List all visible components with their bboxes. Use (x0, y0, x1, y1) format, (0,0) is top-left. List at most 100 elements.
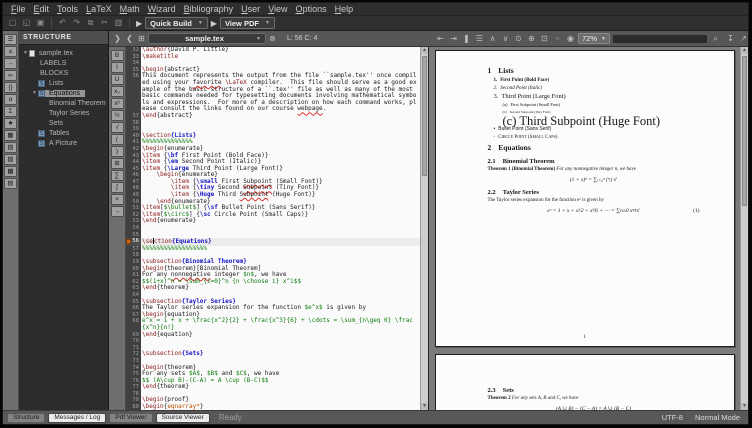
code-line[interactable]: 77\end{theorem} (126, 384, 420, 391)
editor-scrollbar[interactable]: ▲ ▼ (420, 47, 428, 410)
view-pdf-select[interactable]: View PDF ▼ (220, 17, 275, 29)
integral-icon[interactable]: ∫ (111, 182, 124, 193)
editor-lines[interactable]: 32\author{David P. Little}33\maketitle34… (126, 47, 420, 410)
line-number[interactable]: 62 (126, 279, 141, 286)
bottom-tab-structure[interactable]: Structure (7, 413, 45, 423)
menu-edit[interactable]: Edit (30, 4, 54, 14)
structure-item-equations[interactable]: ▼SEquations (20, 88, 107, 98)
menu-wizard[interactable]: Wizard (144, 4, 180, 14)
split-view-icon[interactable]: ⊞ (136, 34, 147, 43)
bottom-tab-source-viewer[interactable]: Source Viewer (156, 413, 210, 423)
expander-icon[interactable]: ▼ (31, 90, 38, 96)
matrix-icon[interactable]: ⊞ (111, 158, 124, 169)
save-icon[interactable]: ▣ (34, 17, 47, 29)
line-number[interactable]: 65 (126, 299, 141, 306)
line-number[interactable]: 55 (126, 232, 141, 239)
last-page-icon[interactable]: ⇥ (448, 34, 459, 43)
line-number[interactable]: 61 (126, 272, 141, 279)
menu-bibliography[interactable]: Bibliography (180, 4, 238, 14)
print-icon[interactable]: ↧ (725, 34, 736, 43)
structure-item-blocks[interactable]: BLOCKS (20, 68, 107, 78)
line-number[interactable]: 75 (126, 371, 141, 378)
favourites-icon[interactable]: ★ (4, 118, 17, 129)
source-editor[interactable]: 32\author{David P. Little}33\maketitle34… (126, 47, 428, 410)
bottom-tab-messages-log[interactable]: Messages / Log (48, 413, 106, 423)
line-number[interactable]: 71 (126, 345, 141, 352)
quick-build-select[interactable]: Quick Build ▼ (145, 17, 208, 29)
structure-item-labels[interactable]: LABELS (20, 58, 107, 68)
line-number[interactable]: 51 (126, 205, 141, 212)
fit-page-icon[interactable]: ▫ (552, 34, 563, 43)
line-number[interactable]: 64 (126, 292, 141, 299)
menu-user[interactable]: User (237, 4, 264, 14)
line-number[interactable]: 47 (126, 179, 141, 186)
scroll-up-icon[interactable]: ▲ (421, 47, 428, 54)
line-number[interactable]: 54 (126, 225, 141, 232)
search-icon[interactable]: ⌕ (710, 34, 721, 44)
structure-item-sets[interactable]: Sets (20, 118, 107, 128)
cut-icon[interactable]: ✂ (98, 17, 111, 29)
previous-page-icon[interactable]: ∧ (487, 34, 498, 43)
line-number[interactable]: 78 (126, 391, 141, 398)
structure-panel-icon[interactable]: ☰ (4, 34, 17, 45)
line-number[interactable]: 74 (126, 365, 141, 372)
scroll-down-icon[interactable]: ▼ (421, 403, 428, 410)
line-number[interactable]: 69 (126, 332, 141, 339)
line-number[interactable]: 66 (126, 305, 141, 312)
bold-icon[interactable]: B (111, 50, 124, 61)
line-number[interactable]: 80 (126, 404, 141, 410)
scroll-up-icon[interactable]: ▲ (741, 47, 748, 54)
undo-icon[interactable]: ↶ (56, 17, 69, 29)
sqrt-icon[interactable]: √ (111, 122, 124, 133)
zoom-in-icon[interactable]: ⊕ (526, 34, 537, 43)
line-number[interactable]: 60 (126, 266, 141, 273)
continuous-mode-icon[interactable]: ☰ (474, 34, 485, 43)
pstricks-icon[interactable]: ▦ (4, 130, 17, 141)
menu-help[interactable]: Help (331, 4, 358, 14)
copy-icon[interactable]: ⧉ (84, 17, 97, 29)
menu-options[interactable]: Options (292, 4, 331, 14)
code-line[interactable]: 63\end{theorem} (126, 285, 420, 292)
open-file-icon[interactable]: ◱ (20, 17, 33, 29)
first-page-icon[interactable]: ⇤ (435, 34, 446, 43)
line-number[interactable]: 44 (126, 159, 141, 166)
back-icon[interactable]: ❮ (124, 34, 135, 43)
line-number[interactable]: 33 (126, 54, 141, 61)
pdf-pages[interactable]: 1Lists1.First Point (Bold Face)2.Second … (429, 47, 740, 410)
line-number[interactable]: 68 (126, 318, 141, 331)
forward-icon[interactable]: ❯ (112, 34, 123, 43)
left-paren-icon[interactable]: ( (111, 134, 124, 145)
code-line[interactable]: 72\subsection{Sets} (126, 351, 420, 358)
code-line[interactable]: 69\end{equation} (126, 332, 420, 339)
code-line[interactable]: 70 (126, 338, 420, 345)
arrow-icon[interactable]: → (111, 206, 124, 217)
code-line[interactable]: 54 (126, 225, 420, 232)
line-number[interactable]: 49 (126, 192, 141, 199)
line-number[interactable]: 36 (126, 73, 141, 113)
line-number[interactable]: 63 (126, 285, 141, 292)
line-number[interactable]: 41 (126, 139, 141, 146)
code-line[interactable]: 57%%%%%%%%%%%%%%%%%% (126, 246, 420, 253)
subscript-icon[interactable]: x₂ (111, 86, 124, 97)
line-number[interactable]: 32 (126, 47, 141, 54)
code-line[interactable]: 33\maketitle (126, 54, 420, 61)
metapost-icon[interactable]: ▧ (4, 142, 17, 153)
line-number[interactable]: 77 (126, 384, 141, 391)
tikz-icon[interactable]: ▨ (4, 154, 17, 165)
menu-latex[interactable]: LaTeX (82, 4, 116, 14)
line-number[interactable]: 39 (126, 126, 141, 133)
menu-math[interactable]: Math (116, 4, 144, 14)
line-number[interactable]: 40 (126, 133, 141, 140)
line-number[interactable]: 45 (126, 166, 141, 173)
line-number[interactable]: 72 (126, 351, 141, 358)
close-document-icon[interactable]: ⊗ (267, 34, 278, 43)
asymptote-icon[interactable]: ▩ (4, 166, 17, 177)
paste-icon[interactable]: ▥ (112, 17, 125, 29)
new-file-icon[interactable]: ▢ (6, 17, 19, 29)
run-view-pdf-icon[interactable]: ▶ (211, 19, 217, 28)
line-number[interactable]: 46 (126, 172, 141, 179)
underline-icon[interactable]: U (111, 74, 124, 85)
pdf-scrollbar-thumb[interactable] (742, 56, 747, 206)
pdf-search-input[interactable] (612, 34, 708, 44)
single-page-mode-icon[interactable]: ❚ (461, 34, 472, 43)
